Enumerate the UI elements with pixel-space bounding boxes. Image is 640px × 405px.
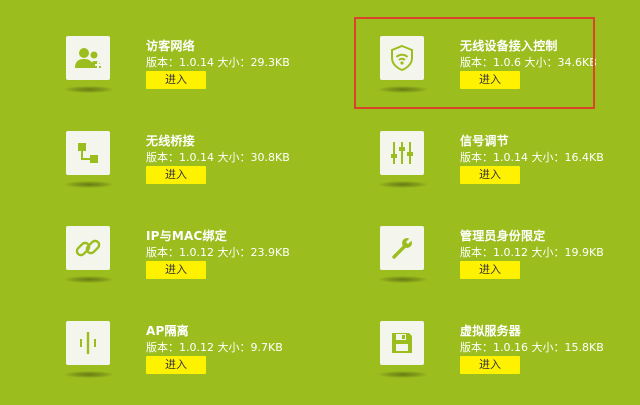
app-tile-ip-mac-binding: IP与MAC绑定 版本：1.0.12 大小：23.9KB 进入 <box>64 226 326 310</box>
app-name: 信号调节 <box>460 134 509 148</box>
enter-button[interactable]: 进入 <box>146 71 206 89</box>
app-version-size: 版本：1.0.12 大小：23.9KB <box>146 246 290 259</box>
app-name: 无线桥接 <box>146 134 195 148</box>
save-icon <box>380 321 424 365</box>
app-version-size: 版本：1.0.12 大小：19.9KB <box>460 246 604 259</box>
icon-shadow <box>64 86 114 93</box>
ap-isolation-icon <box>66 321 110 365</box>
sliders-icon <box>380 131 424 175</box>
app-tile-signal-tuning: 信号调节 版本：1.0.14 大小：16.4KB 进入 <box>378 131 640 215</box>
app-version-size: 版本：1.0.14 大小：30.8KB <box>146 151 290 164</box>
selection-highlight-box <box>354 17 595 109</box>
app-tile-wireless-bridge: 无线桥接 版本：1.0.14 大小：30.8KB 进入 <box>64 131 326 215</box>
app-tile-ap-isolation: AP隔离 版本：1.0.12 大小：9.7KB 进入 <box>64 321 326 405</box>
enter-button[interactable]: 进入 <box>146 166 206 184</box>
enter-button[interactable]: 进入 <box>146 356 206 374</box>
app-version-size: 版本：1.0.14 大小：29.3KB <box>146 56 290 69</box>
app-version-size: 版本：1.0.12 大小：9.7KB <box>146 341 283 354</box>
users-icon <box>66 36 110 80</box>
app-tile-guest-network: 访客网络 版本：1.0.14 大小：29.3KB 进入 <box>64 36 326 120</box>
enter-button[interactable]: 进入 <box>146 261 206 279</box>
icon-shadow <box>64 371 114 378</box>
app-version-size: 版本：1.0.16 大小：15.8KB <box>460 341 604 354</box>
enter-button[interactable]: 进入 <box>460 261 520 279</box>
app-name: AP隔离 <box>146 324 189 338</box>
app-name: 虚拟服务器 <box>460 324 522 338</box>
icon-shadow <box>378 371 428 378</box>
app-tile-virtual-server: 虚拟服务器 版本：1.0.16 大小：15.8KB 进入 <box>378 321 640 405</box>
enter-button[interactable]: 进入 <box>460 166 520 184</box>
app-tile-admin-identity: 管理员身份限定 版本：1.0.12 大小：19.9KB 进入 <box>378 226 640 310</box>
wrench-icon <box>380 226 424 270</box>
app-name: 管理员身份限定 <box>460 229 546 243</box>
enter-button[interactable]: 进入 <box>460 356 520 374</box>
link-icon <box>66 226 110 270</box>
bridge-icon <box>66 131 110 175</box>
app-name: IP与MAC绑定 <box>146 229 227 243</box>
app-name: 访客网络 <box>146 39 195 53</box>
app-version-size: 版本：1.0.14 大小：16.4KB <box>460 151 604 164</box>
icon-shadow <box>64 181 114 188</box>
icon-shadow <box>378 181 428 188</box>
icon-shadow <box>64 276 114 283</box>
icon-shadow <box>378 276 428 283</box>
